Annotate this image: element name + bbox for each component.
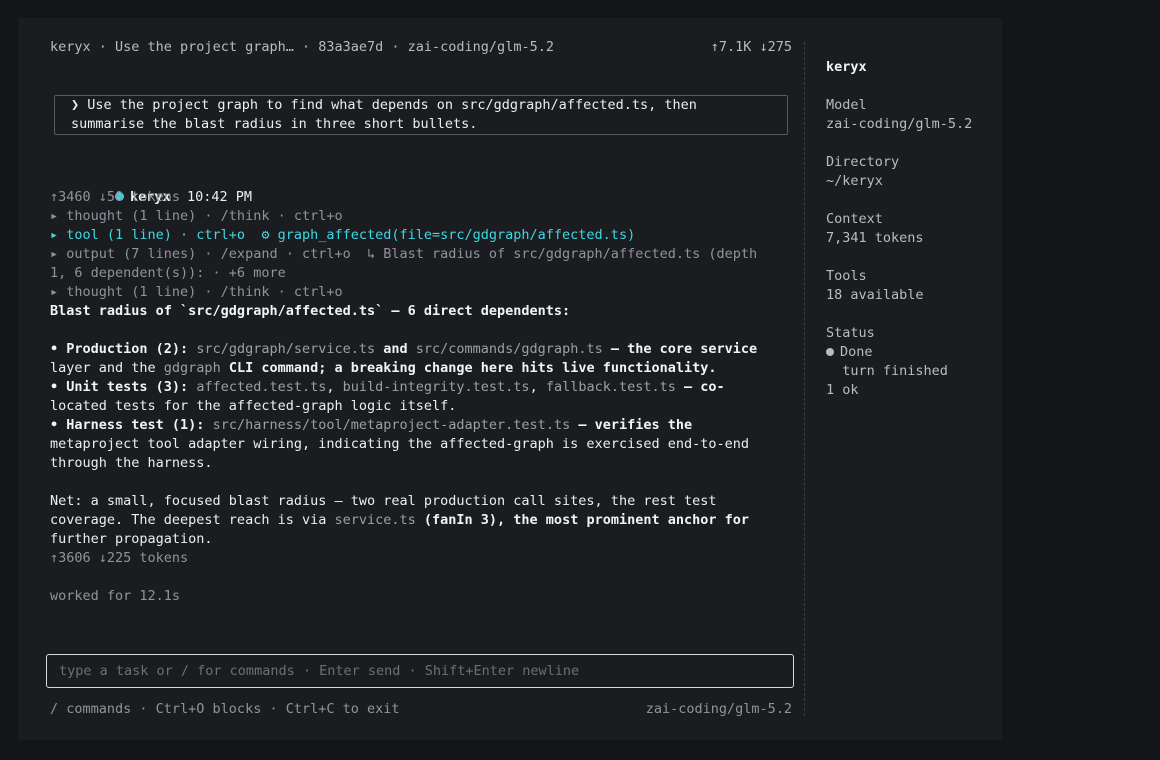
footer-bar: / commands · Ctrl+O blocks · Ctrl+C to e… (50, 700, 792, 719)
sidebar-tools-label: Tools (826, 268, 867, 284)
bullet-production: • Production (2): src/gdgraph/service.ts… (50, 341, 758, 357)
thought-block-2[interactable]: ▸ thought (1 line) · /think · ctrl+o (50, 283, 792, 302)
sidebar-status-row: Done (826, 343, 996, 362)
sidebar-title: keryx (826, 59, 867, 75)
summary-heading: Blast radius of `src/gdgraph/affected.ts… (50, 303, 571, 319)
sidebar-model-value: zai-coding/glm-5.2 (826, 116, 973, 132)
sidebar-tools-value: 18 available (826, 287, 924, 303)
message-tokens-in: ↑3460 ↓50 tokens (50, 189, 181, 205)
bullet-harness-test: • Harness test (1): src/harness/tool/met… (50, 417, 693, 433)
header-task: Use the project graph… (115, 39, 294, 55)
pane-divider (804, 42, 805, 716)
status-dot-icon (826, 348, 834, 356)
sidebar: keryx Model zai-coding/glm-5.2 Directory… (826, 58, 996, 400)
net-summary-line-1: Net: a small, focused blast radius — two… (50, 493, 717, 509)
worked-duration: worked for 12.1s (50, 588, 181, 604)
net-summary-line-3: further propagation. (50, 531, 213, 547)
thought-block[interactable]: ▸ thought (1 line) · /think · ctrl+o (50, 207, 792, 226)
sidebar-status-label: Status (826, 325, 875, 341)
sidebar-status-detail: turn finished (826, 363, 948, 379)
output-block[interactable]: ▸ output (7 lines) · /expand · ctrl+o ↳ … (50, 245, 792, 264)
header-model: zai-coding/glm-5.2 (407, 39, 554, 55)
sidebar-directory-label: Directory (826, 154, 900, 170)
header-bar: keryx · Use the project graph… · 83a3ae7… (50, 39, 792, 55)
message-tokens-out: ↑3606 ↓225 tokens (50, 550, 189, 566)
sidebar-directory-value: ~/keryx (826, 173, 883, 189)
output-block-continued[interactable]: 1, 6 dependent(s)): · +6 more (50, 264, 792, 283)
tool-block[interactable]: ▸ tool (1 line) · ctrl+o ⚙ graph_affecte… (50, 226, 792, 245)
header-app: keryx (50, 39, 91, 55)
prompt-chevron-icon: ❯ (71, 97, 80, 113)
task-input-placeholder: type a task or / for commands · Enter se… (59, 663, 580, 679)
header-tokens: ↑7.1K ↓275 (710, 39, 792, 55)
header-hash: 83a3ae7d (318, 39, 384, 55)
user-prompt: ❯ Use the project graph to find what dep… (54, 95, 788, 135)
main-pane: keryx · Use the project graph… · 83a3ae7… (50, 38, 792, 606)
terminal-window: keryx · Use the project graph… · 83a3ae7… (18, 18, 1002, 740)
net-summary-line-2: coverage. The deepest reach is via servi… (50, 512, 750, 528)
sidebar-context-value: 7,341 tokens (826, 230, 924, 246)
sidebar-status-ok: 1 ok (826, 382, 859, 398)
bullet-unit-tests: • Unit tests (3): affected.test.ts, buil… (50, 379, 725, 395)
assistant-message: keryx 10:42 PM ↑3460 ↓50 tokens ▸ though… (50, 169, 792, 606)
footer-hints: / commands · Ctrl+O blocks · Ctrl+C to e… (50, 701, 400, 717)
sidebar-context-label: Context (826, 211, 883, 227)
message-time: 10:42 PM (186, 189, 252, 205)
task-input[interactable]: type a task or / for commands · Enter se… (46, 654, 794, 688)
prompt-line-1: Use the project graph to find what depen… (87, 97, 697, 113)
sidebar-status-value: Done (840, 344, 873, 360)
prompt-line-2: summarise the blast radius in three shor… (71, 116, 478, 132)
footer-model: zai-coding/glm-5.2 (645, 701, 792, 717)
sidebar-model-label: Model (826, 97, 867, 113)
